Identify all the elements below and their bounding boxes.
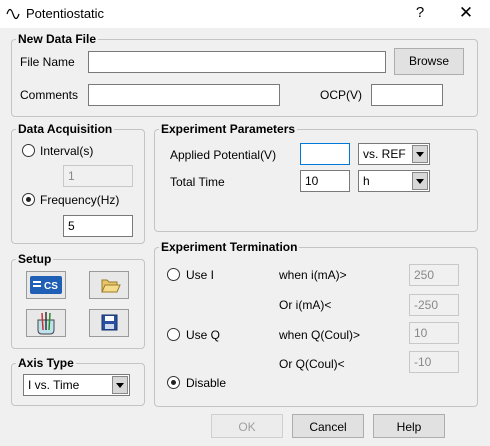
or-q-input[interactable]: -10 xyxy=(409,351,459,373)
help-button[interactable]: Help xyxy=(373,414,445,438)
save-button[interactable] xyxy=(89,309,129,337)
frequency-input[interactable]: 5 xyxy=(63,215,133,237)
axis-type-select[interactable]: I vs. Time xyxy=(23,374,130,396)
help-title-button[interactable]: ? xyxy=(410,4,430,22)
frequency-label: Frequency(Hz) xyxy=(40,193,120,207)
use-i-radio[interactable] xyxy=(167,268,180,281)
or-i-input[interactable]: -250 xyxy=(409,294,459,316)
open-folder-icon xyxy=(101,279,121,293)
when-q-input[interactable]: 10 xyxy=(409,322,459,344)
experiment-termination-legend: Experiment Termination xyxy=(159,240,300,254)
file-name-label: File Name xyxy=(20,55,75,69)
open-file-button[interactable] xyxy=(89,271,129,299)
frequency-radio[interactable] xyxy=(22,193,35,206)
when-i-input[interactable]: 250 xyxy=(409,264,459,286)
when-q-label: when Q(Coul)> xyxy=(279,328,361,342)
axis-type-legend: Axis Type xyxy=(16,356,76,370)
ok-button[interactable]: OK xyxy=(211,414,283,438)
time-unit-select[interactable]: h xyxy=(358,170,430,192)
comments-label: Comments xyxy=(20,88,79,102)
chevron-down-icon xyxy=(412,145,428,163)
use-i-label: Use I xyxy=(186,268,215,282)
axis-type-select-value: I vs. Time xyxy=(28,378,80,392)
reference-select-value: vs. REF xyxy=(363,147,406,161)
total-time-label: Total Time xyxy=(170,175,225,189)
ocp-label: OCP(V) xyxy=(320,88,362,102)
cell-electrodes-icon xyxy=(37,312,55,335)
cell-setup-button[interactable] xyxy=(26,309,66,337)
data-acquisition-legend: Data Acquisition xyxy=(16,122,115,136)
sine-wave-icon xyxy=(6,8,20,20)
interval-radio[interactable] xyxy=(22,144,35,157)
file-name-input[interactable] xyxy=(88,51,386,73)
save-disk-icon xyxy=(101,314,118,331)
disable-radio[interactable] xyxy=(167,376,180,389)
cs-text: CS xyxy=(44,281,58,292)
interval-label: Interval(s) xyxy=(40,144,94,158)
cs-device-button[interactable]: CS xyxy=(26,271,66,299)
window-title: Potentiostatic xyxy=(26,6,105,21)
chevron-down-icon xyxy=(112,376,128,394)
or-i-label: Or i(mA)< xyxy=(279,298,332,312)
total-time-input[interactable]: 10 xyxy=(300,170,350,192)
new-data-file-legend: New Data File xyxy=(16,32,99,46)
ocp-input[interactable] xyxy=(371,84,443,106)
setup-legend: Setup xyxy=(16,252,54,266)
cs-device-icon: CS xyxy=(30,276,62,294)
chevron-down-icon xyxy=(412,172,428,190)
use-q-radio[interactable] xyxy=(167,328,180,341)
when-i-label: when i(mA)> xyxy=(279,268,347,282)
disable-label: Disable xyxy=(186,376,227,390)
browse-button[interactable]: Browse xyxy=(394,48,464,75)
reference-select[interactable]: vs. REF xyxy=(358,143,430,165)
applied-potential-label: Applied Potential(V) xyxy=(170,148,277,162)
use-q-label: Use Q xyxy=(186,328,221,342)
comments-input[interactable] xyxy=(88,84,280,106)
interval-input[interactable]: 1 xyxy=(63,165,133,187)
time-unit-select-value: h xyxy=(363,174,370,188)
cancel-button[interactable]: Cancel xyxy=(292,414,364,438)
experiment-parameters-legend: Experiment Parameters xyxy=(159,122,298,136)
or-q-label: Or Q(Coul)< xyxy=(279,357,345,371)
applied-potential-input[interactable] xyxy=(300,143,350,165)
close-button[interactable]: ✕ xyxy=(456,4,476,22)
